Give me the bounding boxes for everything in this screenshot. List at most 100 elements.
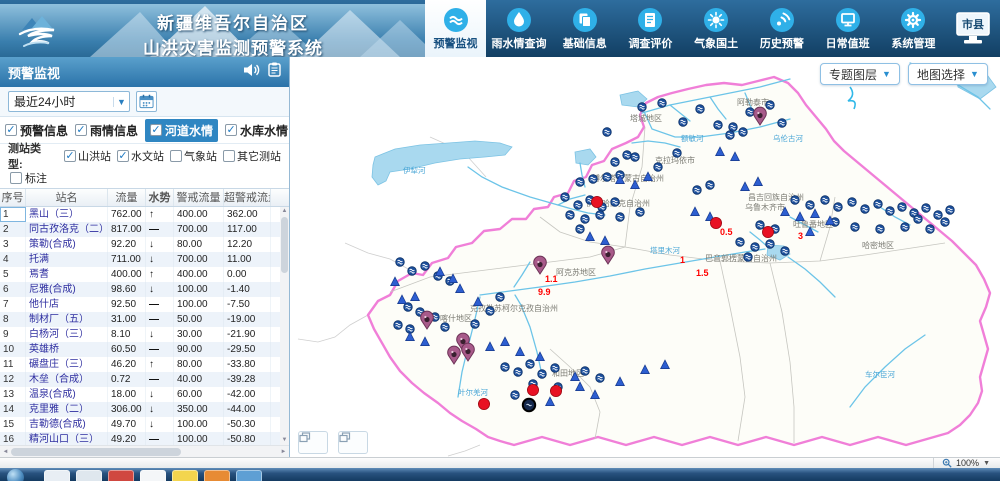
black-alert-marker[interactable]: [523, 399, 535, 411]
hydro-station-marker[interactable]: [922, 204, 931, 213]
browser-zoom-control[interactable]: 100% ▼: [933, 458, 1000, 468]
hydro-station-marker[interactable]: [631, 153, 640, 162]
alert-station-marker[interactable]: [762, 226, 773, 237]
hydro-station-marker[interactable]: [834, 203, 843, 212]
hydro-station-marker[interactable]: [611, 198, 620, 207]
hydro-station-marker[interactable]: [576, 178, 585, 187]
table-row-2[interactable]: 2同古孜洛克（二）817.00—700.00117.00: [0, 222, 289, 237]
hydro-station-marker[interactable]: [874, 200, 883, 209]
nav-tab-8[interactable]: 系统管理: [881, 0, 947, 57]
nav-tab-6[interactable]: 历史预警: [749, 0, 815, 57]
table-row-8[interactable]: 8制材厂（五）31.00—50.00-19.00: [0, 312, 289, 327]
hydro-station-marker[interactable]: [511, 391, 520, 400]
hydro-station-marker[interactable]: [654, 163, 663, 172]
hydro-station-marker[interactable]: [404, 303, 413, 312]
filter-checkbox-4[interactable]: ✓水库水情: [225, 122, 288, 139]
hydro-station-marker[interactable]: [658, 99, 667, 108]
hydro-station-marker[interactable]: [914, 215, 923, 224]
hydro-station-marker[interactable]: [603, 128, 612, 137]
taskbar-app-3[interactable]: [108, 470, 134, 481]
hydro-station-marker[interactable]: [861, 205, 870, 214]
hydro-station-marker[interactable]: [421, 262, 430, 271]
station-type-checkbox-4[interactable]: 其它测站: [223, 148, 281, 164]
hydro-station-marker[interactable]: [821, 196, 830, 205]
hydro-station-marker[interactable]: [623, 151, 632, 160]
vertical-scrollbar[interactable]: ▲ ▼: [280, 207, 289, 445]
alert-station-marker[interactable]: [591, 196, 602, 207]
hydro-station-marker[interactable]: [706, 181, 715, 190]
hydro-station-marker[interactable]: [551, 364, 560, 373]
horizontal-scrollbar[interactable]: ◄ ►: [0, 445, 289, 457]
nav-tab-2[interactable]: 雨水情查询: [486, 0, 552, 57]
nav-tab-3[interactable]: 基础信息: [552, 0, 618, 57]
taskbar-app-2[interactable]: [76, 470, 102, 481]
nav-tab-1[interactable]: 预警监视: [425, 0, 486, 57]
hydro-station-marker[interactable]: [851, 223, 860, 232]
time-range-select[interactable]: 最近24小时 ▼: [8, 91, 130, 112]
filter-checkbox-3[interactable]: ✓河道水情: [145, 119, 218, 142]
hydro-station-marker[interactable]: [693, 186, 702, 195]
taskbar-app-7[interactable]: [236, 470, 262, 481]
hydro-station-marker[interactable]: [611, 158, 620, 167]
table-row-10[interactable]: 10英雄桥60.50—90.00-29.50: [0, 342, 289, 357]
hydro-station-marker[interactable]: [394, 321, 403, 330]
alert-station-marker[interactable]: [550, 385, 561, 396]
hydro-station-marker[interactable]: [574, 201, 583, 210]
table-row-4[interactable]: 4托满711.00↓700.0011.00: [0, 252, 289, 267]
hydro-station-marker[interactable]: [781, 247, 790, 256]
hydro-station-marker[interactable]: [806, 201, 815, 210]
map-canvas[interactable]: 阿勒泰市塔城地区克拉玛依市博尔塔拉蒙古自治州伊犁哈萨克自治州昌吉回族自治州乌鲁木…: [290, 57, 1000, 457]
table-row-14[interactable]: 14克里雅（二）306.00↓350.00-44.00: [0, 402, 289, 417]
map-select-button[interactable]: 地图选择▼: [908, 63, 988, 85]
taskbar-app-6[interactable]: [204, 470, 230, 481]
theme-layers-button[interactable]: 专题图层▼: [820, 63, 900, 85]
hydro-station-marker[interactable]: [514, 368, 523, 377]
hydro-station-marker[interactable]: [408, 267, 417, 276]
hydro-station-marker[interactable]: [736, 238, 745, 247]
hydro-station-marker[interactable]: [876, 225, 885, 234]
hydro-station-marker[interactable]: [679, 118, 688, 127]
table-row-12[interactable]: 12木垒（合成）0.72—40.00-39.28: [0, 372, 289, 387]
station-type-checkbox-2[interactable]: ✓水文站: [117, 148, 164, 164]
hydro-station-marker[interactable]: [714, 121, 723, 130]
table-row-11[interactable]: 11碾盘庄（三）46.20↑80.00-33.80: [0, 357, 289, 372]
hydro-station-marker[interactable]: [778, 119, 787, 128]
hydro-station-marker[interactable]: [926, 225, 935, 234]
restore-panel-button[interactable]: [298, 431, 328, 454]
vertical-scroll-thumb[interactable]: [281, 217, 288, 273]
scroll-down-arrow[interactable]: ▼: [280, 436, 289, 445]
hydro-station-marker[interactable]: [766, 101, 775, 110]
hydro-station-marker[interactable]: [746, 108, 755, 117]
hydro-station-marker[interactable]: [596, 374, 605, 383]
hydro-station-marker[interactable]: [744, 253, 753, 262]
hydro-station-marker[interactable]: [501, 363, 510, 372]
nav-tab-5[interactable]: 气象国土: [683, 0, 749, 57]
hydro-station-marker[interactable]: [496, 293, 505, 302]
hydro-station-marker[interactable]: [581, 367, 590, 376]
station-type-checkbox-3[interactable]: 气象站: [170, 148, 217, 164]
hydro-station-marker[interactable]: [581, 215, 590, 224]
hydro-station-marker[interactable]: [526, 360, 535, 369]
filter-checkbox-1[interactable]: ✓预警信息: [5, 122, 68, 139]
table-row-1[interactable]: 1黑山（三）762.00↑400.00362.00: [0, 207, 289, 222]
hydro-station-marker[interactable]: [726, 131, 735, 140]
taskbar-app-4[interactable]: [140, 470, 166, 481]
hydro-station-marker[interactable]: [791, 196, 800, 205]
hydro-station-marker[interactable]: [901, 223, 910, 232]
hydro-station-marker[interactable]: [696, 105, 705, 114]
start-button[interactable]: [7, 469, 24, 481]
table-row-7[interactable]: 7他什店92.50—100.00-7.50: [0, 297, 289, 312]
hydro-station-marker[interactable]: [673, 149, 682, 158]
clipboard-icon[interactable]: [268, 62, 281, 82]
column-header-4[interactable]: 水势: [146, 189, 174, 206]
hydro-station-marker[interactable]: [486, 307, 495, 316]
hydro-station-marker[interactable]: [636, 208, 645, 217]
hydro-station-marker[interactable]: [756, 221, 765, 230]
hydro-station-marker[interactable]: [603, 173, 612, 182]
hydro-station-marker[interactable]: [946, 206, 955, 215]
column-header-5[interactable]: 警戒流量: [174, 189, 224, 206]
calendar-button[interactable]: [136, 91, 157, 112]
hydro-station-marker[interactable]: [739, 128, 748, 137]
nav-tab-7[interactable]: 日常值班: [815, 0, 881, 57]
table-row-15[interactable]: 15吉勒德(合成)49.70↓100.00-50.30: [0, 417, 289, 432]
